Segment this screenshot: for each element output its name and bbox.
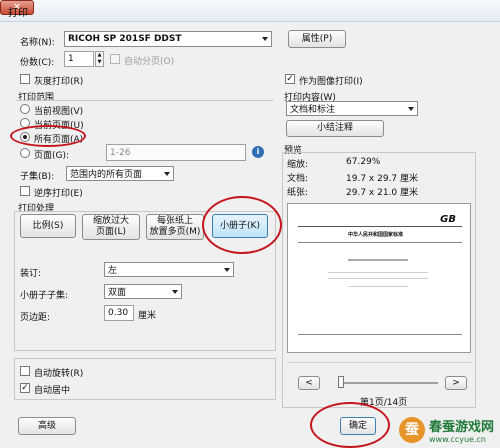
booklet-subset-select-value: 双面 [108,288,127,298]
radio-current-view-label: 当前视图(V) [34,107,84,117]
preview-doc-title: 中华人民共和国国家标准 [348,232,404,238]
printer-name-label: 名称(N): [20,38,55,48]
chevron-down-icon [224,267,230,272]
preview-text-line [348,286,408,287]
preview-rule [298,242,462,243]
window-title: 打印 [8,8,28,19]
preview-rule [298,334,462,335]
binding-select-value: 左 [108,266,118,276]
page-slider-track[interactable] [338,382,438,384]
info-icon[interactable]: i [252,146,264,158]
watermark-logo-icon: 蚕 [398,417,425,443]
margin-input[interactable]: 0.30 [104,305,134,321]
preview-rule [298,226,462,227]
collate-checkbox[interactable] [110,54,120,64]
auto-center-label: 自动居中 [34,386,71,396]
subset-select-value: 范围内的所有页面 [70,170,143,180]
auto-center-checkbox[interactable]: ✓ [20,383,30,393]
grayscale-label: 灰度打印(R) [34,77,84,87]
auto-rotate-checkbox[interactable] [20,366,30,376]
copies-label: 份数(C): [20,58,55,68]
radio-all-pages[interactable] [20,132,30,142]
margin-value: 0.30 [108,308,129,318]
print-as-image-label: 作为图像打印(I) [299,77,363,87]
auto-rotate-label: 自动旋转(R) [34,369,84,379]
document-size-value: 19.7 x 29.7 厘米 [346,174,418,184]
print-as-image-checkbox[interactable]: ✓ [285,74,295,84]
radio-all-pages-label: 所有页面(A) [34,135,84,145]
preview-text-line [328,278,428,279]
pages-range-value: 1-26 [110,147,131,158]
margin-unit: 厘米 [138,311,157,321]
print-content-select[interactable]: 文档和标注 [286,101,418,116]
summarize-comments-button[interactable]: 小结注释 [286,120,384,137]
grayscale-checkbox[interactable] [20,74,30,84]
pages-range-input[interactable]: 1-26 [106,144,246,161]
paper-size-value: 29.7 x 21.0 厘米 [346,188,418,198]
radio-current-view[interactable] [20,104,30,114]
zoom-label: 缩放: [287,160,309,170]
reverse-order-checkbox[interactable] [20,186,30,196]
preview-divider [287,362,471,363]
reverse-order-label: 逆序打印(E) [34,189,83,199]
ok-button[interactable]: 确定 [340,417,376,435]
binding-label: 装订: [20,269,42,279]
next-page-button[interactable]: > [445,376,467,390]
radio-current-page-label: 当前页面(U) [34,121,84,131]
paper-size-label: 纸张: [287,188,309,198]
collate-label: 自动分页(O) [124,57,175,67]
radio-pages-label: 页面(G): [34,151,70,161]
booklet-subset-label: 小册子子集: [20,291,69,301]
watermark: 蚕 春蚕游戏网 www.ccyue.cn [398,416,494,444]
copies-input[interactable]: 1 [64,51,94,67]
subset-label: 子集(B): [20,172,55,182]
fit-oversized-button[interactable]: 缩放过大 页面(L) [82,214,140,240]
title-bar: 打印 ✕ [0,0,500,22]
copies-value: 1 [68,54,74,64]
radio-current-page[interactable] [20,118,30,128]
chevron-down-icon [408,106,414,111]
scale-button[interactable]: 比例(S) [20,214,76,238]
multiple-pages-per-sheet-button[interactable]: 每张纸上 放置多页(M) [146,214,204,240]
page-indicator: 第1页/14页 [360,398,408,408]
booklet-button[interactable]: 小册子(K) [212,214,268,238]
chevron-down-icon [172,289,178,294]
watermark-text: 春蚕游戏网 [428,420,494,435]
preview-text-line [348,259,408,261]
binding-select[interactable]: 左 [104,262,234,277]
printer-select-value: RICOH SP 201SF DDST [68,34,182,44]
preview-text-line [328,272,428,273]
chevron-down-icon [262,37,268,41]
radio-pages[interactable] [20,148,30,158]
preview-page: GB 中华人民共和国国家标准 [287,203,471,353]
print-content-value: 文档和标注 [290,105,336,115]
copies-spinner[interactable]: ▲ ▼ [95,51,104,67]
preview-gb-logo: GB [440,214,456,225]
printer-select[interactable]: RICOH SP 201SF DDST [64,31,272,47]
properties-button[interactable]: 属性(P) [288,30,346,48]
chevron-down-icon [164,171,170,176]
document-size-label: 文档: [287,174,309,184]
margin-label: 页边距: [20,313,51,323]
page-slider-thumb[interactable] [338,376,344,388]
zoom-value: 67.29% [346,157,381,167]
watermark-url: www.ccyue.cn [428,435,486,444]
subset-select[interactable]: 范围内的所有页面 [66,166,174,181]
prev-page-button[interactable]: < [298,376,320,390]
booklet-subset-select[interactable]: 双面 [104,284,182,299]
advanced-button[interactable]: 高级 [18,417,76,435]
